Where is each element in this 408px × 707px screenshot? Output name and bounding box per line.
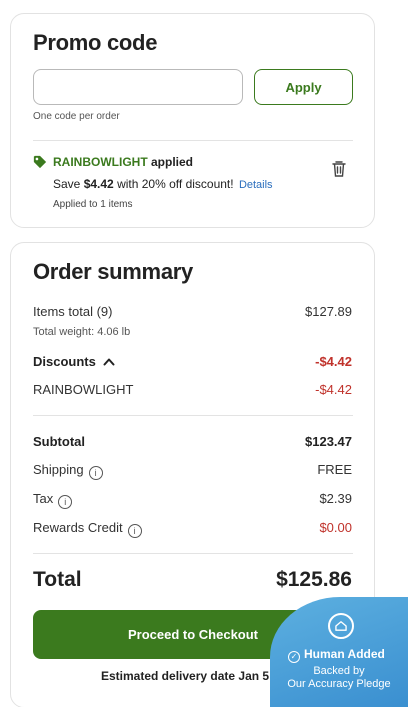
accuracy-pledge-badge[interactable]: ✓ Human Added Backed by Our Accuracy Pled…: [270, 597, 408, 707]
applied-code: RAINBOWLIGHT: [53, 155, 148, 169]
promo-code-card: Promo code Apply One code per order RAIN…: [10, 13, 375, 228]
discount-code-label: RAINBOWLIGHT: [33, 382, 134, 397]
tax-label: Tax: [33, 491, 54, 506]
rewards-label: Rewards Credit: [33, 520, 123, 535]
tag-icon: [33, 155, 47, 169]
save-suffix: with 20% off discount!: [117, 177, 234, 191]
check-circle-icon: ✓: [288, 651, 300, 663]
items-total-value: $127.89: [305, 304, 352, 319]
total-value: $125.86: [276, 568, 352, 591]
savings-line: Save $4.42 with 20% off discount! Detail…: [53, 177, 273, 191]
promo-title: Promo code: [33, 30, 158, 55]
total-weight: Total weight: 4.06 lb: [33, 326, 131, 338]
discounts-label: Discounts: [33, 354, 96, 369]
divider: [33, 553, 353, 554]
items-total-label: Items total (9): [33, 304, 113, 319]
info-icon[interactable]: i: [58, 495, 73, 509]
info-icon[interactable]: i: [88, 466, 103, 480]
discount-code-value: -$4.42: [315, 382, 352, 397]
info-icon[interactable]: i: [127, 524, 142, 538]
estimated-delivery: Estimated delivery date Jan 5 - 6: [101, 669, 287, 683]
shipping-row-label: Shipping i: [33, 462, 103, 480]
applied-code-line: RAINBOWLIGHT applied: [53, 155, 193, 169]
details-link[interactable]: Details: [239, 179, 273, 191]
divider: [33, 415, 353, 416]
badge-line-1: Backed by: [313, 665, 365, 677]
applied-suffix: applied: [151, 155, 194, 169]
discounts-toggle[interactable]: Discounts: [33, 354, 115, 369]
promo-hint: One code per order: [33, 111, 120, 122]
subtotal-label: Subtotal: [33, 434, 85, 449]
save-prefix: Save: [53, 177, 81, 191]
save-amount: $4.42: [83, 177, 114, 191]
applied-to-text: Applied to 1 items: [53, 199, 133, 210]
shield-house-icon: [328, 613, 354, 639]
apply-button[interactable]: Apply: [254, 69, 353, 105]
badge-line-2: Our Accuracy Pledge: [287, 678, 391, 690]
shipping-value: FREE: [317, 462, 352, 477]
badge-title: Human Added: [304, 647, 385, 661]
promo-code-input[interactable]: [33, 69, 243, 105]
discounts-value: -$4.42: [315, 354, 352, 369]
summary-title: Order summary: [33, 259, 193, 284]
tax-value: $2.39: [319, 491, 352, 506]
subtotal-value: $123.47: [305, 434, 352, 449]
rewards-value: $0.00: [319, 520, 352, 535]
total-label: Total: [33, 568, 82, 591]
chevron-up-icon: [103, 358, 115, 366]
badge-title-row: ✓ Human Added: [288, 647, 385, 663]
tax-row-label: Tax i: [33, 491, 73, 509]
shipping-label: Shipping: [33, 462, 84, 477]
divider: [33, 140, 353, 141]
rewards-row-label: Rewards Credit i: [33, 520, 142, 538]
trash-icon[interactable]: [331, 160, 347, 178]
